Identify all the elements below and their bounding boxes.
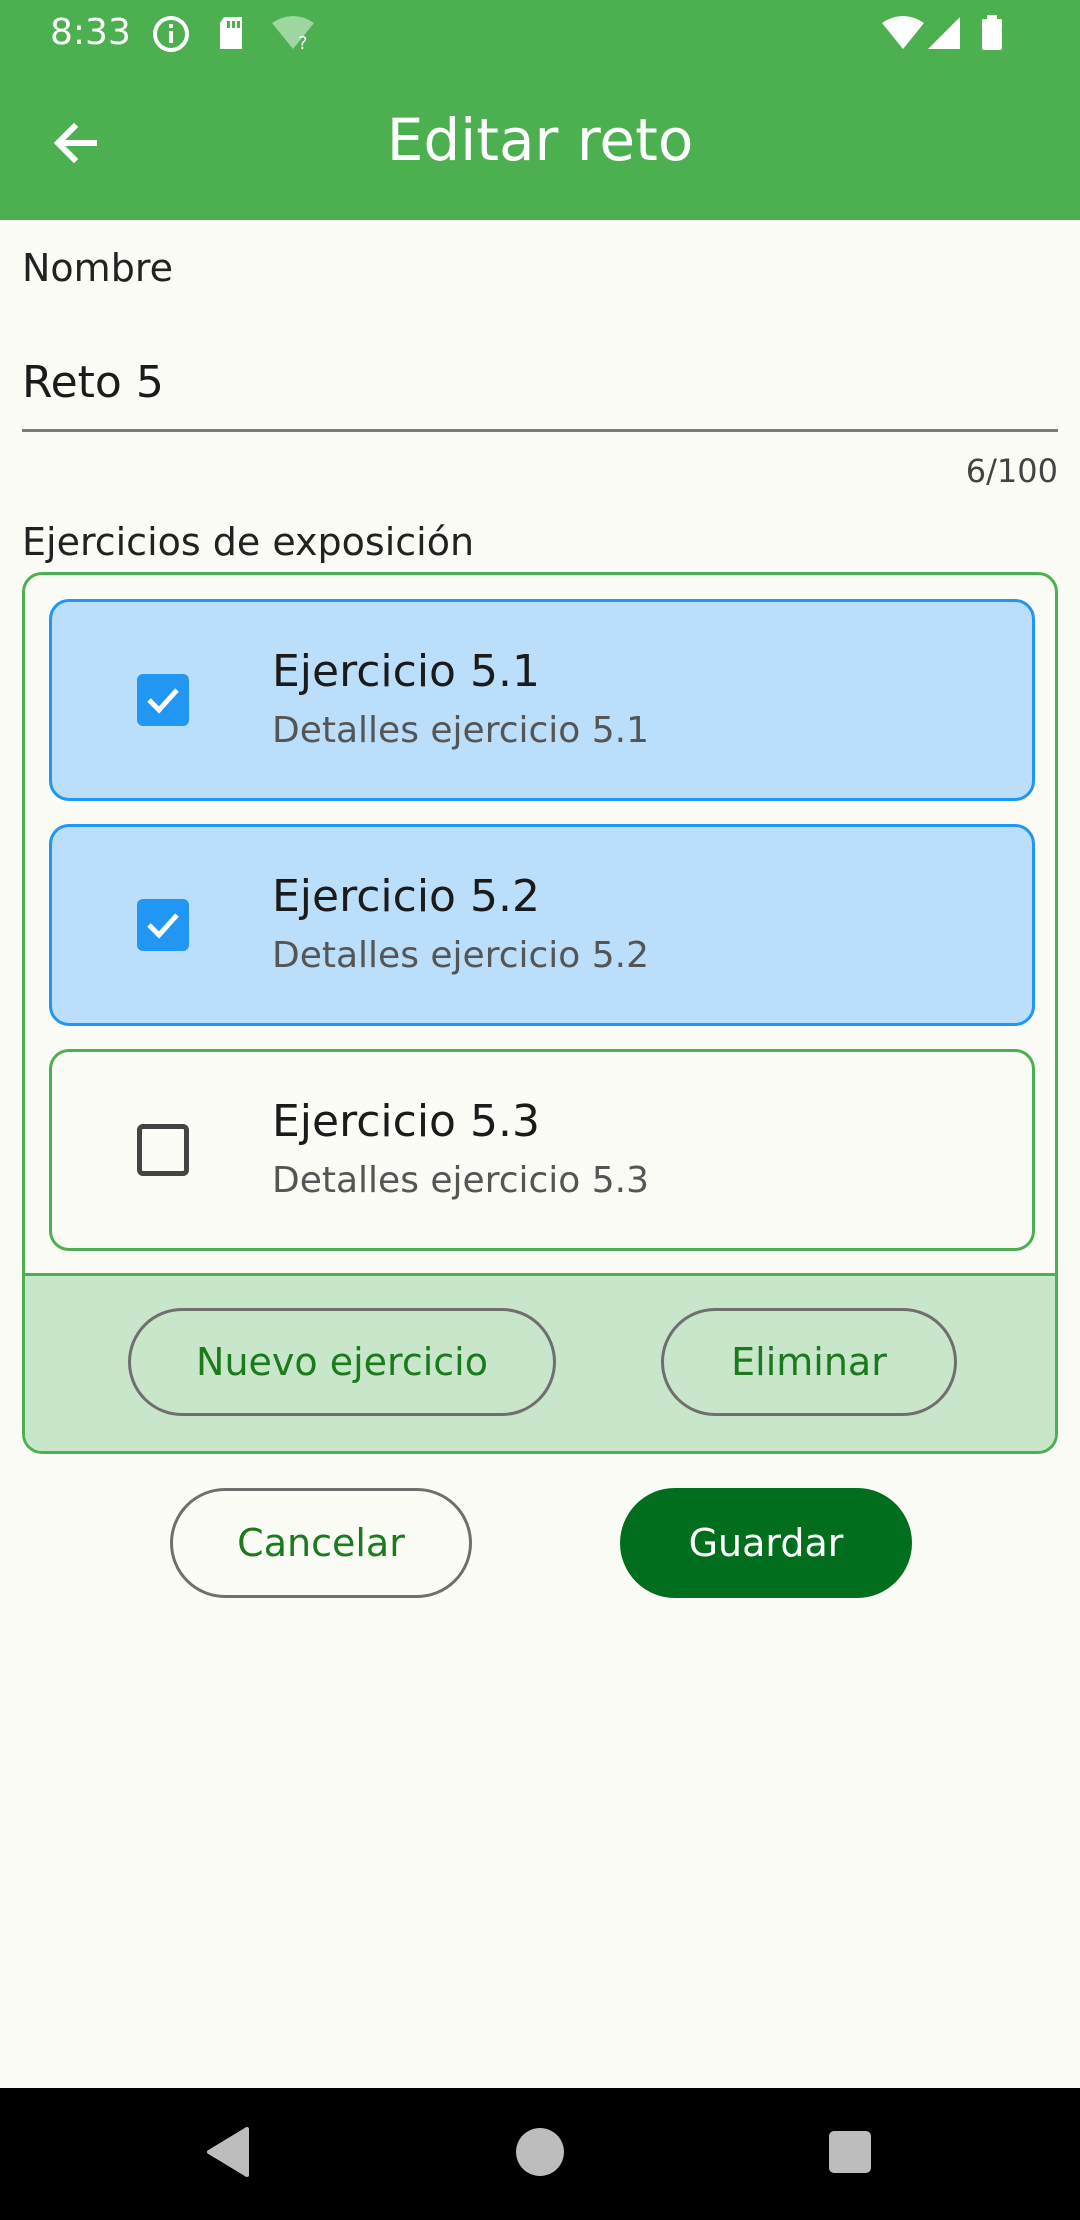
name-input[interactable] [22, 336, 1058, 432]
system-nav-bar [0, 2088, 1080, 2220]
nav-home-icon [515, 2127, 565, 2181]
exercise-card[interactable]: Ejercicio 5.3 Detalles ejercicio 5.3 [49, 1049, 1035, 1251]
nav-back-icon [205, 2127, 251, 2181]
page-title: Editar reto [386, 106, 694, 174]
exercise-checkbox[interactable] [137, 1124, 189, 1176]
sd-card-icon [216, 15, 246, 55]
status-bar: 8:33 ? [0, 0, 1080, 66]
nav-recents-button[interactable] [790, 2088, 910, 2220]
exercise-detail: Detalles ejercicio 5.1 [272, 710, 650, 751]
exercise-title: Ejercicio 5.2 [272, 871, 540, 922]
exercise-title: Ejercicio 5.1 [272, 646, 540, 697]
nav-back-button[interactable] [168, 2088, 288, 2220]
exercise-card[interactable]: Ejercicio 5.2 Detalles ejercicio 5.2 [49, 824, 1035, 1026]
nav-recents-icon [828, 2130, 872, 2178]
name-char-counter: 6/100 [965, 452, 1058, 490]
exercise-detail: Detalles ejercicio 5.3 [272, 1160, 650, 1201]
new-exercise-button[interactable]: Nuevo ejercicio [128, 1308, 556, 1416]
battery-icon [980, 15, 1004, 55]
exercise-checkbox[interactable] [137, 674, 189, 726]
wifi-question-icon: ? [270, 15, 316, 55]
exercises-panel: Ejercicio 5.1 Detalles ejercicio 5.1 Eje… [22, 572, 1058, 1454]
exercise-detail: Detalles ejercicio 5.2 [272, 935, 650, 976]
status-time: 8:33 [50, 12, 131, 53]
delete-exercise-button[interactable]: Eliminar [661, 1308, 957, 1416]
save-button[interactable]: Guardar [620, 1488, 912, 1598]
signal-icon [926, 15, 962, 55]
exercise-actions-bar: Nuevo ejercicio Eliminar [25, 1273, 1055, 1451]
svg-text:?: ? [298, 33, 308, 51]
name-label: Nombre [22, 246, 173, 290]
info-icon [152, 15, 190, 57]
exercise-title: Ejercicio 5.3 [272, 1096, 540, 1147]
app-bar: Editar reto [0, 66, 1080, 220]
exercise-checkbox[interactable] [137, 899, 189, 951]
exercise-card[interactable]: Ejercicio 5.1 Detalles ejercicio 5.1 [49, 599, 1035, 801]
cancel-button[interactable]: Cancelar [170, 1488, 472, 1598]
nav-home-button[interactable] [480, 2088, 600, 2220]
exercises-label: Ejercicios de exposición [22, 520, 475, 564]
wifi-icon [880, 15, 926, 55]
